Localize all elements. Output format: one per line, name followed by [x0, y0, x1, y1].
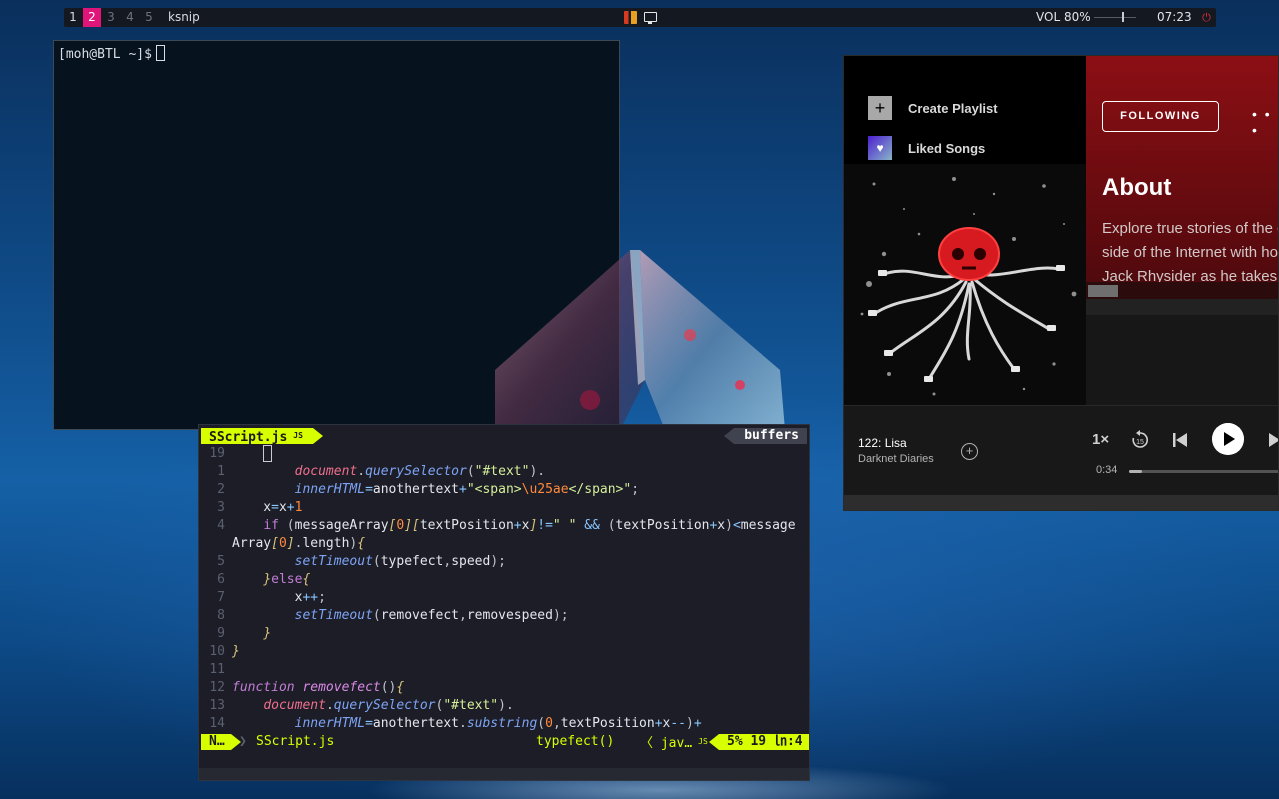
create-playlist-button[interactable]: + Create Playlist: [868, 96, 998, 120]
play-button[interactable]: [1212, 423, 1244, 455]
top-bar: 1 2 3 4 5 ksnip VOL 80% 07:23 ⏻: [64, 8, 1216, 27]
description-line: side of the Internet with host: [1102, 244, 1279, 261]
track-title[interactable]: 122: Lisa: [858, 436, 907, 450]
code-line: 10}: [209, 644, 240, 659]
code-editor[interactable]: 19 1 document.querySelector("#text"). 2 …: [199, 445, 809, 735]
volume-slider-knob[interactable]: [1122, 12, 1124, 22]
episodes-area: [1086, 315, 1278, 405]
code-line: 7 x++;: [217, 590, 326, 605]
workspace-1[interactable]: 1: [64, 8, 82, 27]
code-line: 12 function removefect(){: [209, 680, 405, 695]
vim-statusline: N… ❯ SScript.js typefect() 〈 jav… JS 5% 1…: [199, 734, 809, 751]
spotify-window: + Create Playlist ♥ Liked Songs FOLLOWIN…: [843, 55, 1279, 511]
mode-indicator: N…: [201, 734, 241, 750]
statusline-separator: ❯: [239, 734, 247, 749]
create-playlist-label: Create Playlist: [908, 100, 998, 116]
progress-bar-fill: [1129, 470, 1142, 473]
previous-track-icon[interactable]: [1172, 432, 1188, 448]
following-button[interactable]: FOLLOWING: [1102, 101, 1219, 132]
workspace-2[interactable]: 2: [83, 8, 101, 27]
js-filetype-badge: JS: [293, 431, 303, 440]
code-line: Array[0].length){: [232, 536, 366, 551]
status-filename: SScript.js: [256, 734, 335, 749]
code-line: 13 document.querySelector("#text").: [209, 698, 514, 713]
elapsed-time: 0:34: [1096, 464, 1118, 476]
vim-window[interactable]: SScript.js JS buffers 19 1 document.query…: [198, 424, 810, 781]
buffers-label[interactable]: buffers: [724, 428, 807, 444]
playback-speed-button[interactable]: 1×: [1092, 431, 1109, 448]
workspace-3[interactable]: 3: [102, 8, 120, 27]
code-line: 5 setTimeout(typefect,speed);: [217, 554, 506, 569]
status-position: 5% 19 ㏑:4: [709, 734, 809, 750]
tab-filename: SScript.js: [209, 430, 288, 445]
vim-bottom-bar: [199, 768, 809, 780]
terminal-cursor: [155, 45, 165, 61]
power-icon[interactable]: ⏻: [1200, 11, 1213, 24]
status-current-function: typefect(): [536, 734, 615, 749]
code-line: 19: [199, 445, 809, 463]
spotify-sidebar: + Create Playlist ♥ Liked Songs: [844, 56, 1086, 405]
about-heading: About: [1102, 174, 1172, 201]
status-separator-glyph: 〈: [640, 736, 654, 751]
clock: 07:23: [1157, 10, 1192, 24]
code-line: 1 document.querySelector("#text").: [217, 464, 546, 479]
volume-slider[interactable]: [1094, 17, 1136, 18]
spotify-bottom-bar: [844, 495, 1278, 510]
vim-command-line[interactable]: [199, 750, 809, 768]
podcast-cover-art[interactable]: [844, 164, 1086, 405]
volume-label[interactable]: VOL 80%: [1036, 8, 1091, 27]
podcast-panel: FOLLOWING • • • About Explore true stori…: [1086, 56, 1279, 405]
editor-cursor: [263, 445, 273, 462]
tab-sscript[interactable]: SScript.js JS: [201, 428, 323, 445]
vim-tabline: SScript.js JS buffers: [199, 425, 809, 445]
status-filetype-label: jav…: [660, 736, 693, 751]
workspace-4[interactable]: 4: [121, 8, 139, 27]
code-line: 4 if (messageArray[0][textPosition+x]!="…: [217, 518, 796, 533]
track-artist[interactable]: Darknet Diaries: [858, 453, 934, 465]
code-line: 3 x=x+1: [217, 500, 303, 515]
status-percent: 5%: [727, 734, 743, 749]
js-filetype-icon: JS: [698, 737, 708, 746]
terminal-prompt: [moh@BTL ~]$: [58, 47, 152, 62]
podcast-description: Explore true stories of the dark side of…: [1102, 217, 1279, 289]
code-line: 11: [209, 662, 225, 677]
code-line: 9 }: [217, 626, 272, 641]
workspace-5[interactable]: 5: [140, 8, 158, 27]
skip-back-label: 15: [1136, 439, 1144, 446]
wallpaper-prism: [495, 250, 785, 430]
heart-icon: ♥: [868, 136, 892, 160]
plus-icon: +: [868, 96, 892, 120]
app-tray-icon[interactable]: [624, 11, 637, 24]
code-line: 2 innerHTML=anothertext+"<span>\u25ae</s…: [217, 482, 640, 497]
description-line: Explore true stories of the dark: [1102, 220, 1278, 237]
liked-songs-label: Liked Songs: [908, 140, 986, 156]
next-track-icon[interactable]: [1268, 432, 1279, 448]
active-window-title: ksnip: [168, 10, 200, 24]
add-to-library-icon[interactable]: +: [961, 443, 978, 460]
status-line-col: 19 ㏑:4: [750, 734, 803, 749]
skip-back-15-icon[interactable]: 15: [1130, 430, 1150, 450]
code-line: 14 innerHTML=anothertext.substring(0,tex…: [209, 716, 702, 731]
section-divider: [1086, 299, 1278, 315]
progress-bar[interactable]: [1129, 470, 1278, 473]
code-line: 6 }else{: [217, 572, 311, 587]
terminal-prompt-line: [moh@BTL ~]$: [58, 45, 165, 62]
code-line: 8 setTimeout(removefect,removespeed);: [217, 608, 569, 623]
more-options-icon[interactable]: • • •: [1252, 106, 1278, 138]
liked-songs-button[interactable]: ♥ Liked Songs: [868, 136, 985, 160]
horizontal-scrollbar[interactable]: [1088, 285, 1118, 297]
now-playing-bar: 122: Lisa Darknet Diaries + 1× 15 0:34: [844, 405, 1279, 495]
display-icon[interactable]: [644, 12, 657, 24]
